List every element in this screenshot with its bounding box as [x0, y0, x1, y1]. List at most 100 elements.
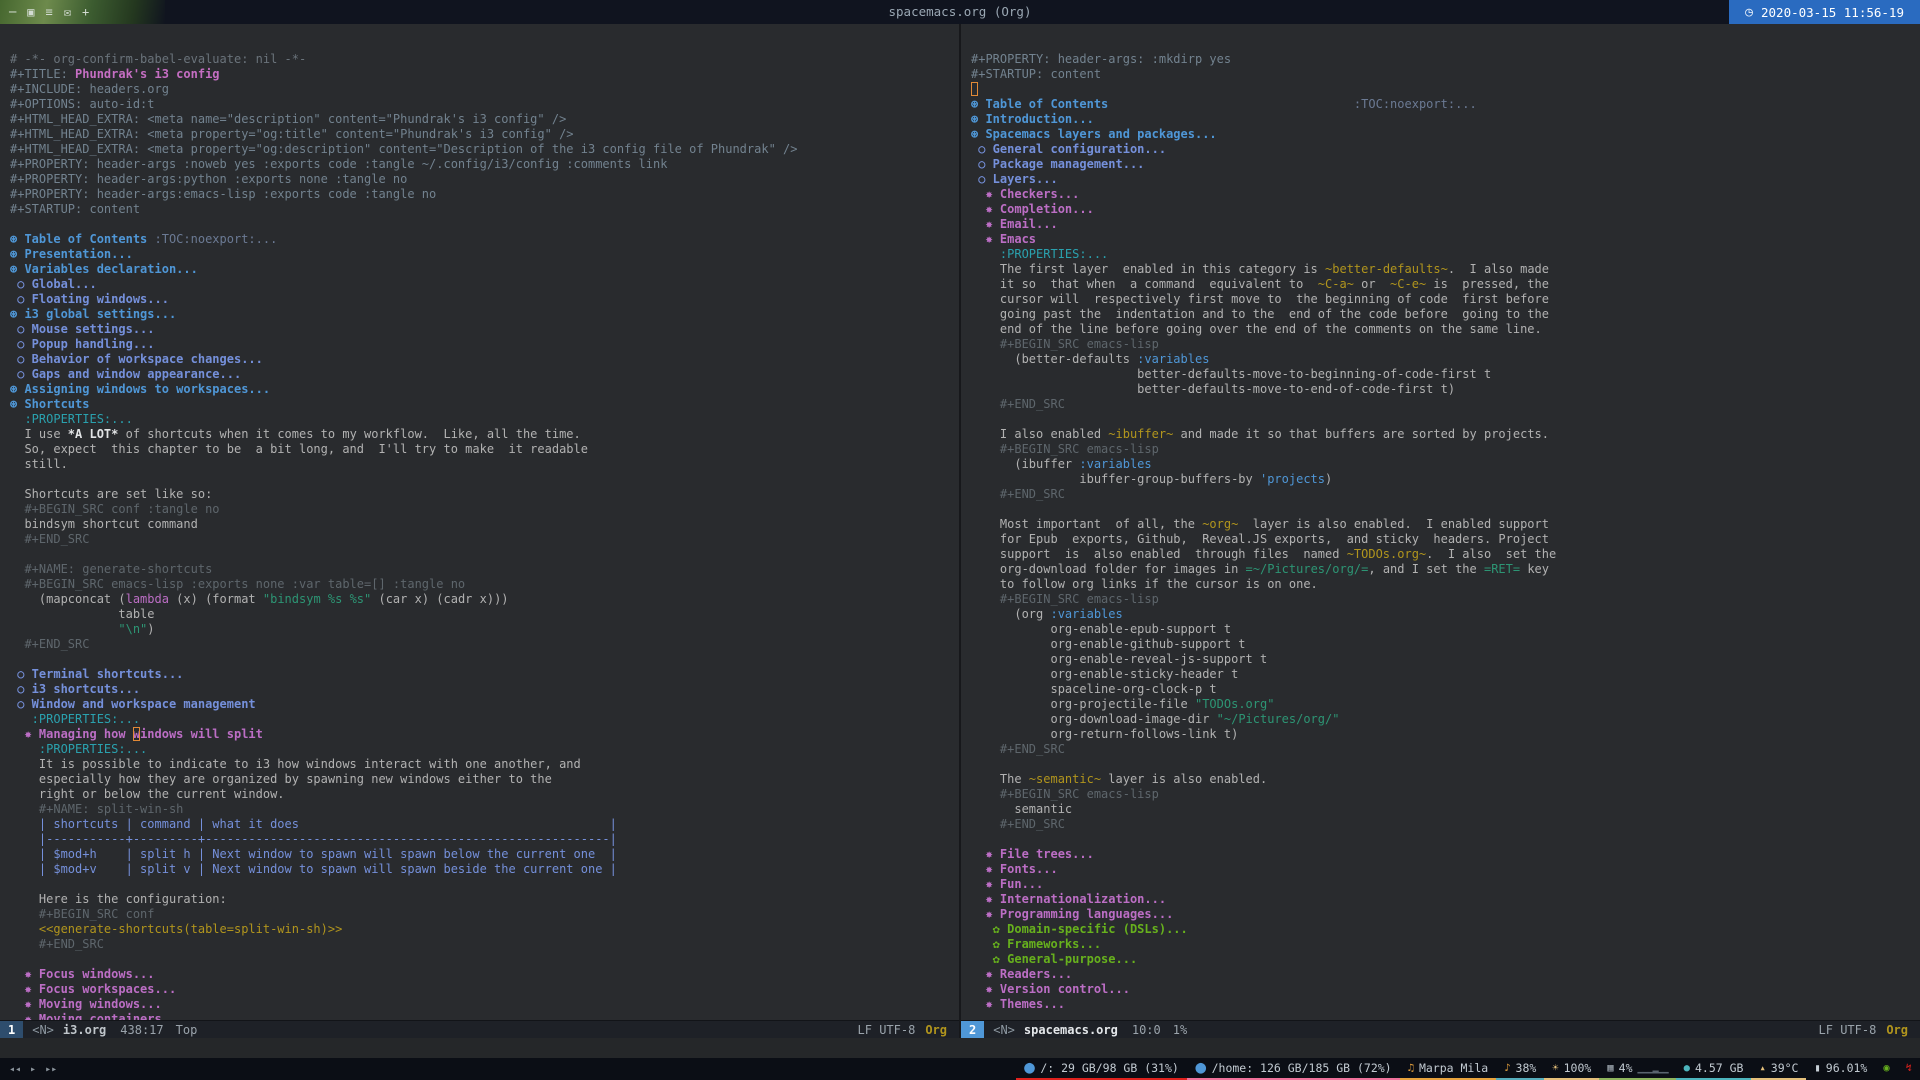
- buffer-line[interactable]: #+END_SRC: [10, 937, 959, 952]
- buffer-line[interactable]: [10, 952, 959, 967]
- buffer-line[interactable]: ○ Package management...: [971, 157, 1920, 172]
- buffer-line[interactable]: ⊛ Assigning windows to workspaces...: [10, 382, 959, 397]
- buffer-line[interactable]: #+END_SRC: [10, 532, 959, 547]
- buffer-line[interactable]: :PROPERTIES:...: [971, 247, 1920, 262]
- modeline-left[interactable]: 1 <N> i3.org 438:17 Top LF UTF-8 Org: [0, 1020, 959, 1039]
- buffer-line[interactable]: support is also enabled through files na…: [971, 547, 1920, 562]
- brightness-module[interactable]: ☀ 100%: [1544, 1058, 1600, 1080]
- buffer-line[interactable]: better-defaults-move-to-beginning-of-cod…: [971, 367, 1920, 382]
- previous-icon[interactable]: ◂◂: [9, 1064, 21, 1075]
- buffer-line[interactable]: ✸ Emacs: [971, 232, 1920, 247]
- buffer-line[interactable]: org-projectile-file "TODOs.org": [971, 697, 1920, 712]
- buffer-line[interactable]: [971, 82, 1920, 97]
- music-module[interactable]: ♫ Marpa Mila: [1399, 1058, 1497, 1080]
- buffer-line[interactable]: ⊛ Spacemacs layers and packages...: [971, 127, 1920, 142]
- buffer-line[interactable]: #+STARTUP: content: [971, 67, 1920, 82]
- buffer-line[interactable]: bindsym shortcut command: [10, 517, 959, 532]
- buffer-line[interactable]: #+END_SRC: [971, 817, 1920, 832]
- disk-home-module[interactable]: ⬤ /home: 126 GB/185 GB (72%): [1186, 1058, 1400, 1080]
- buffer-line[interactable]: #+BEGIN_SRC emacs-lisp :exports none :va…: [10, 577, 959, 592]
- buffer-line[interactable]: <<generate-shortcuts(table=split-win-sh)…: [10, 922, 959, 937]
- buffer-line[interactable]: ✸ Fonts...: [971, 862, 1920, 877]
- buffer-line[interactable]: [10, 877, 959, 892]
- buffer-line[interactable]: ○ Layers...: [971, 172, 1920, 187]
- buffer-line[interactable]: Here is the configuration:: [10, 892, 959, 907]
- buffer-line[interactable]: ⊛ Introduction...: [971, 112, 1920, 127]
- buffer-i3-org[interactable]: # -*- org-confirm-babel-evaluate: nil -*…: [0, 24, 959, 1020]
- buffer-line[interactable]: better-defaults-move-to-end-of-code-firs…: [971, 382, 1920, 397]
- buffer-line[interactable]: [971, 832, 1920, 847]
- buffer-line[interactable]: [971, 412, 1920, 427]
- cpu-module[interactable]: ▦ 4% ▁▁▁▂▁▁: [1599, 1058, 1676, 1080]
- buffer-line[interactable]: ⊛ Table of Contents :TOC:noexport:...: [10, 232, 959, 247]
- buffer-line[interactable]: :PROPERTIES:...: [10, 412, 959, 427]
- buffer-line[interactable]: ○ General configuration...: [971, 142, 1920, 157]
- buffer-line[interactable]: org-enable-reveal-js-support t: [971, 652, 1920, 667]
- buffer-line[interactable]: ⊛ Shortcuts: [10, 397, 959, 412]
- buffer-line[interactable]: [10, 547, 959, 562]
- buffer-line[interactable]: ✸ File trees...: [971, 847, 1920, 862]
- buffer-line[interactable]: #+BEGIN_SRC conf :tangle no: [10, 502, 959, 517]
- buffer-line[interactable]: ✿ Domain-specific (DSLs)...: [971, 922, 1920, 937]
- buffer-line[interactable]: ibuffer-group-buffers-by 'projects): [971, 472, 1920, 487]
- buffer-line[interactable]: ✸ Fun...: [971, 877, 1920, 892]
- buffer-line[interactable]: | $mod+v | split v | Next window to spaw…: [10, 862, 959, 877]
- battery-module[interactable]: ▮ 96.01%: [1806, 1058, 1875, 1080]
- buffer-line[interactable]: ✸ Readers...: [971, 967, 1920, 982]
- buffer-line[interactable]: (org :variables: [971, 607, 1920, 622]
- volume-module[interactable]: ♪ 38%: [1496, 1058, 1545, 1080]
- buffer-line[interactable]: #+END_SRC: [971, 487, 1920, 502]
- buffer-line[interactable]: Shortcuts are set like so:: [10, 487, 959, 502]
- buffer-line[interactable]: | $mod+h | split h | Next window to spaw…: [10, 847, 959, 862]
- buffer-line[interactable]: ✸ Focus windows...: [10, 967, 959, 982]
- buffer-line[interactable]: #+PROPERTY: header-args:emacs-lisp :expo…: [10, 187, 959, 202]
- buffer-line[interactable]: ✸ Completion...: [971, 202, 1920, 217]
- disk-root-module[interactable]: ⬤ /: 29 GB/98 GB (31%): [1015, 1058, 1187, 1080]
- buffer-line[interactable]: ○ Popup handling...: [10, 337, 959, 352]
- buffer-line[interactable]: ✸ Managing how windows will split: [10, 727, 959, 742]
- buffer-line[interactable]: especially how they are organized by spa…: [10, 772, 959, 787]
- buffer-line[interactable]: #+NAME: split-win-sh: [10, 802, 959, 817]
- buffer-line[interactable]: ○ Window and workspace management: [10, 697, 959, 712]
- buffer-line[interactable]: [971, 502, 1920, 517]
- memory-module[interactable]: ● 4.57 GB: [1675, 1058, 1752, 1080]
- buffer-line[interactable]: "\n"): [10, 622, 959, 637]
- buffer-line[interactable]: ⊛ i3 global settings...: [10, 307, 959, 322]
- buffer-line[interactable]: #+END_SRC: [971, 397, 1920, 412]
- buffer-line[interactable]: #+HTML_HEAD_EXTRA: <meta name="descripti…: [10, 112, 959, 127]
- buffer-line[interactable]: (mapconcat (lambda (x) (format "bindsym …: [10, 592, 959, 607]
- buffer-line[interactable]: I use *A LOT* of shortcuts when it comes…: [10, 427, 959, 442]
- buffer-line[interactable]: org-download folder for images in =~/Pic…: [971, 562, 1920, 577]
- buffer-line[interactable]: ⊛ Presentation...: [10, 247, 959, 262]
- buffer-line[interactable]: [10, 652, 959, 667]
- buffer-line[interactable]: #+END_SRC: [10, 637, 959, 652]
- buffer-line[interactable]: ○ Floating windows...: [10, 292, 959, 307]
- buffer-line[interactable]: semantic: [971, 802, 1920, 817]
- buffer-line[interactable]: #+BEGIN_SRC emacs-lisp: [971, 592, 1920, 607]
- power-alert-module[interactable]: ↯: [1898, 1058, 1920, 1080]
- battery-status-module[interactable]: ◉: [1875, 1058, 1897, 1080]
- buffer-line[interactable]: I also enabled ~ibuffer~ and made it so …: [971, 427, 1920, 442]
- buffer-line[interactable]: #+PROPERTY: header-args: :mkdirp yes: [971, 52, 1920, 67]
- buffer-line[interactable]: org-enable-sticky-header t: [971, 667, 1920, 682]
- buffer-line[interactable]: org-download-image-dir "~/Pictures/org/": [971, 712, 1920, 727]
- buffer-line[interactable]: ✸ Themes...: [971, 997, 1920, 1012]
- buffer-line[interactable]: ⊛ Variables declaration...: [10, 262, 959, 277]
- buffer-line[interactable]: ○ Terminal shortcuts...: [10, 667, 959, 682]
- buffer-line[interactable]: org-return-follows-link t): [971, 727, 1920, 742]
- buffer-line[interactable]: #+BEGIN_SRC emacs-lisp: [971, 442, 1920, 457]
- buffer-line[interactable]: #+BEGIN_SRC emacs-lisp: [971, 337, 1920, 352]
- buffer-line[interactable]: ✸ Programming languages...: [971, 907, 1920, 922]
- buffer-line[interactable]: (ibuffer :variables: [971, 457, 1920, 472]
- buffer-line[interactable]: cursor will respectively first move to t…: [971, 292, 1920, 307]
- buffer-line[interactable]: ○ Behavior of workspace changes...: [10, 352, 959, 367]
- buffer-line[interactable]: ✸ Email...: [971, 217, 1920, 232]
- buffer-line[interactable]: # -*- org-confirm-babel-evaluate: nil -*…: [10, 52, 959, 67]
- buffer-line[interactable]: spaceline-org-clock-p t: [971, 682, 1920, 697]
- buffer-line[interactable]: :PROPERTIES:...: [10, 742, 959, 757]
- modeline-right[interactable]: 2 <N> spacemacs.org 10:0 1% LF UTF-8 Org: [961, 1020, 1920, 1039]
- buffer-line[interactable]: Most important of all, the ~org~ layer i…: [971, 517, 1920, 532]
- buffer-line[interactable]: :PROPERTIES:...: [10, 712, 959, 727]
- buffer-line[interactable]: #+BEGIN_SRC conf: [10, 907, 959, 922]
- buffer-line[interactable]: end of the line before going over the en…: [971, 322, 1920, 337]
